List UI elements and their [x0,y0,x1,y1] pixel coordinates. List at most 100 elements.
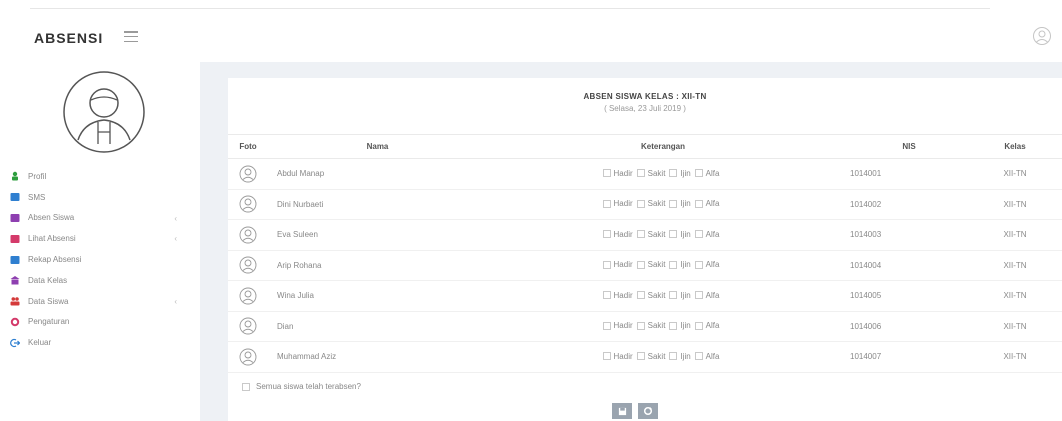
confirm-checkbox-box[interactable] [242,382,250,391]
checkbox-box[interactable] [602,199,611,208]
checkbox-box[interactable] [636,169,645,177]
school-icon [10,275,20,285]
option-alfa-checkbox[interactable]: Alfa [694,199,719,208]
attendance-panel: ABSEN SISWA KELAS : XII-TN ( Selasa, 23 … [228,78,1062,421]
option-sakit-checkbox[interactable]: Sakit [636,230,665,239]
table-row: Wina Julia Hadir Sakit Ijin Alfa 1014005 XII-T… [228,280,1062,312]
checkbox-box[interactable] [602,260,611,269]
option-label: Hadir [613,229,633,239]
sidebar-item-label: Data Kelas [28,275,68,285]
option-ijin-checkbox[interactable]: Ijin [669,321,691,330]
header-nis: NIS [848,134,968,159]
option-label: Alfa [705,260,720,269]
student-photo-cell [228,311,268,342]
sidebar-item-sms[interactable]: SMS [10,187,195,208]
option-ijin-checkbox[interactable]: Ijin [669,260,691,269]
checkbox-box[interactable] [636,321,645,330]
checkbox-box[interactable] [694,260,703,269]
option-hadir-checkbox[interactable]: Hadir [602,199,633,208]
attendance-table: Foto Nama Keterangan NIS Kelas Abdul Man… [228,134,1062,373]
checkbox-box[interactable] [694,321,703,330]
student-avatar-icon [239,287,257,305]
checkbox-box[interactable] [602,352,611,360]
save-icon [618,407,626,415]
option-alfa-checkbox[interactable]: Alfa [694,321,719,330]
checkbox-box[interactable] [636,230,645,238]
top-divider [30,8,990,9]
user-account-icon[interactable] [1032,26,1052,46]
checkbox-box[interactable] [694,169,703,177]
option-ijin-checkbox[interactable]: Ijin [669,199,691,208]
option-hadir-checkbox[interactable]: Hadir [602,260,633,269]
checkbox-box[interactable] [669,352,678,360]
option-sakit-checkbox[interactable]: Sakit [636,291,665,300]
checkbox-box[interactable] [636,291,645,299]
student-avatar-icon [239,317,257,335]
option-hadir-checkbox[interactable]: Hadir [602,291,633,300]
option-ijin-checkbox[interactable]: Ijin [669,230,691,239]
checkbox-box[interactable] [636,199,645,208]
checkbox-box[interactable] [602,230,611,238]
student-nis: 1014006 [848,311,968,342]
checkbox-box[interactable] [602,291,611,299]
checkbox-box[interactable] [636,352,645,360]
student-avatar-icon [239,165,257,183]
option-sakit-checkbox[interactable]: Sakit [636,169,665,178]
checkbox-box[interactable] [694,230,703,238]
attendance-options: Hadir Sakit Ijin Alfa [478,341,848,373]
option-hadir-checkbox[interactable]: Hadir [602,352,633,361]
option-ijin-checkbox[interactable]: Ijin [669,291,691,300]
refresh-icon [643,406,653,416]
confirm-all-checkbox[interactable]: Semua siswa telah terabsen? [242,382,361,391]
table-row: Dian Hadir Sakit Ijin Alfa 1014006 XII-TN [228,311,1062,342]
student-class: XII-TN [968,311,1062,342]
student-photo-cell [228,341,268,373]
checkbox-box[interactable] [669,199,678,208]
option-ijin-checkbox[interactable]: Ijin [669,169,691,178]
sidebar-item-rekap-absensi[interactable]: Rekap Absensi [10,249,195,270]
chevron-left-icon: ‹ [174,213,177,223]
checkbox-box[interactable] [669,230,678,238]
option-alfa-checkbox[interactable]: Alfa [694,291,719,300]
checkbox-box[interactable] [669,321,678,330]
student-avatar-icon [239,348,257,366]
option-alfa-checkbox[interactable]: Alfa [694,169,719,178]
option-sakit-checkbox[interactable]: Sakit [636,352,665,361]
option-sakit-checkbox[interactable]: Sakit [636,321,665,330]
option-label: Ijin [680,321,691,330]
sidebar-item-profil[interactable]: Profil [10,166,195,187]
sidebar-item-keluar[interactable]: Keluar [10,332,195,353]
option-hadir-checkbox[interactable]: Hadir [602,229,633,239]
option-alfa-checkbox[interactable]: Alfa [694,230,719,239]
sidebar-item-label: Rekap Absensi [28,255,82,265]
option-sakit-checkbox[interactable]: Sakit [636,199,665,208]
checkbox-box[interactable] [669,260,678,269]
checkbox-box[interactable] [602,169,611,177]
sidebar-item-absen-siswa[interactable]: Absen Siswa ‹ [10,208,195,229]
checkbox-box[interactable] [669,291,678,299]
option-hadir-checkbox[interactable]: Hadir [602,321,633,330]
checkbox-box[interactable] [694,199,703,208]
student-photo-cell [228,189,268,220]
checkbox-box[interactable] [636,260,645,269]
checkbox-box[interactable] [694,352,703,360]
option-sakit-checkbox[interactable]: Sakit [636,260,665,269]
sidebar-item-data-siswa[interactable]: Data Siswa ‹ [10,291,195,312]
option-alfa-checkbox[interactable]: Alfa [694,260,720,269]
sidebar-item-pengaturan[interactable]: Pengaturan [10,312,195,333]
sidebar-item-lihat-absensi[interactable]: Lihat Absensi ‹ [10,228,195,249]
option-ijin-checkbox[interactable]: Ijin [669,351,691,361]
checkbox-box[interactable] [602,321,611,330]
checkbox-box[interactable] [669,169,678,177]
checkbox-box[interactable] [694,291,703,299]
option-hadir-checkbox[interactable]: Hadir [602,169,633,178]
sidebar-item-data-kelas[interactable]: Data Kelas [10,270,195,291]
refresh-button[interactable] [638,403,658,419]
option-label: Ijin [680,351,691,361]
student-class: XII-TN [968,341,1062,373]
chevron-left-icon: ‹ [174,234,177,244]
option-alfa-checkbox[interactable]: Alfa [694,352,719,361]
hamburger-menu-icon[interactable] [124,31,138,42]
check-box-icon [10,213,20,223]
save-button[interactable] [612,403,632,419]
